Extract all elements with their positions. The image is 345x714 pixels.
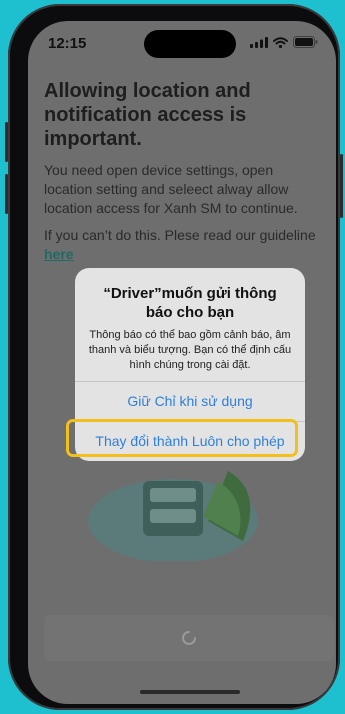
volume-down-button bbox=[5, 174, 8, 214]
battery-icon bbox=[293, 36, 318, 48]
status-bar: 12:15 bbox=[28, 21, 336, 65]
status-time: 12:15 bbox=[48, 35, 87, 52]
home-indicator bbox=[140, 690, 240, 694]
description-text: You need open device settings, open loca… bbox=[44, 162, 298, 216]
guideline-link[interactable]: here bbox=[44, 246, 74, 262]
wifi-icon bbox=[273, 36, 288, 48]
volume-up-button bbox=[5, 122, 8, 162]
status-icons bbox=[250, 36, 318, 48]
cellular-signal-icon bbox=[250, 36, 268, 48]
phone-frame: 12:15 Allowing location and notification… bbox=[5, 4, 343, 710]
loading-spinner-icon bbox=[182, 631, 196, 645]
change-to-always-allow-button[interactable]: Thay đổi thành Luôn cho phép bbox=[75, 421, 305, 460]
screen: 12:15 Allowing location and notification… bbox=[28, 21, 336, 704]
continue-button[interactable] bbox=[44, 615, 334, 661]
page-title: Allowing location and notification acces… bbox=[44, 80, 251, 150]
alert-message: Thông báo có thể bao gồm cảnh báo, âm th… bbox=[88, 329, 292, 371]
guideline-text: If you can’t do this. Plese read our gui… bbox=[44, 226, 322, 264]
permission-alert: “Driver”muốn gửi thông báo cho bạn Thông… bbox=[75, 268, 305, 461]
content: Allowing location and notification acces… bbox=[44, 79, 322, 264]
dynamic-island bbox=[144, 30, 236, 58]
illustration bbox=[88, 471, 258, 561]
power-button bbox=[340, 154, 343, 218]
alert-title: “Driver”muốn gửi thông báo cho bạn bbox=[103, 285, 277, 321]
keep-while-using-button[interactable]: Giữ Chỉ khi sử dụng bbox=[75, 381, 305, 420]
guideline-label: If you can’t do this. Plese read our gui… bbox=[44, 227, 316, 243]
